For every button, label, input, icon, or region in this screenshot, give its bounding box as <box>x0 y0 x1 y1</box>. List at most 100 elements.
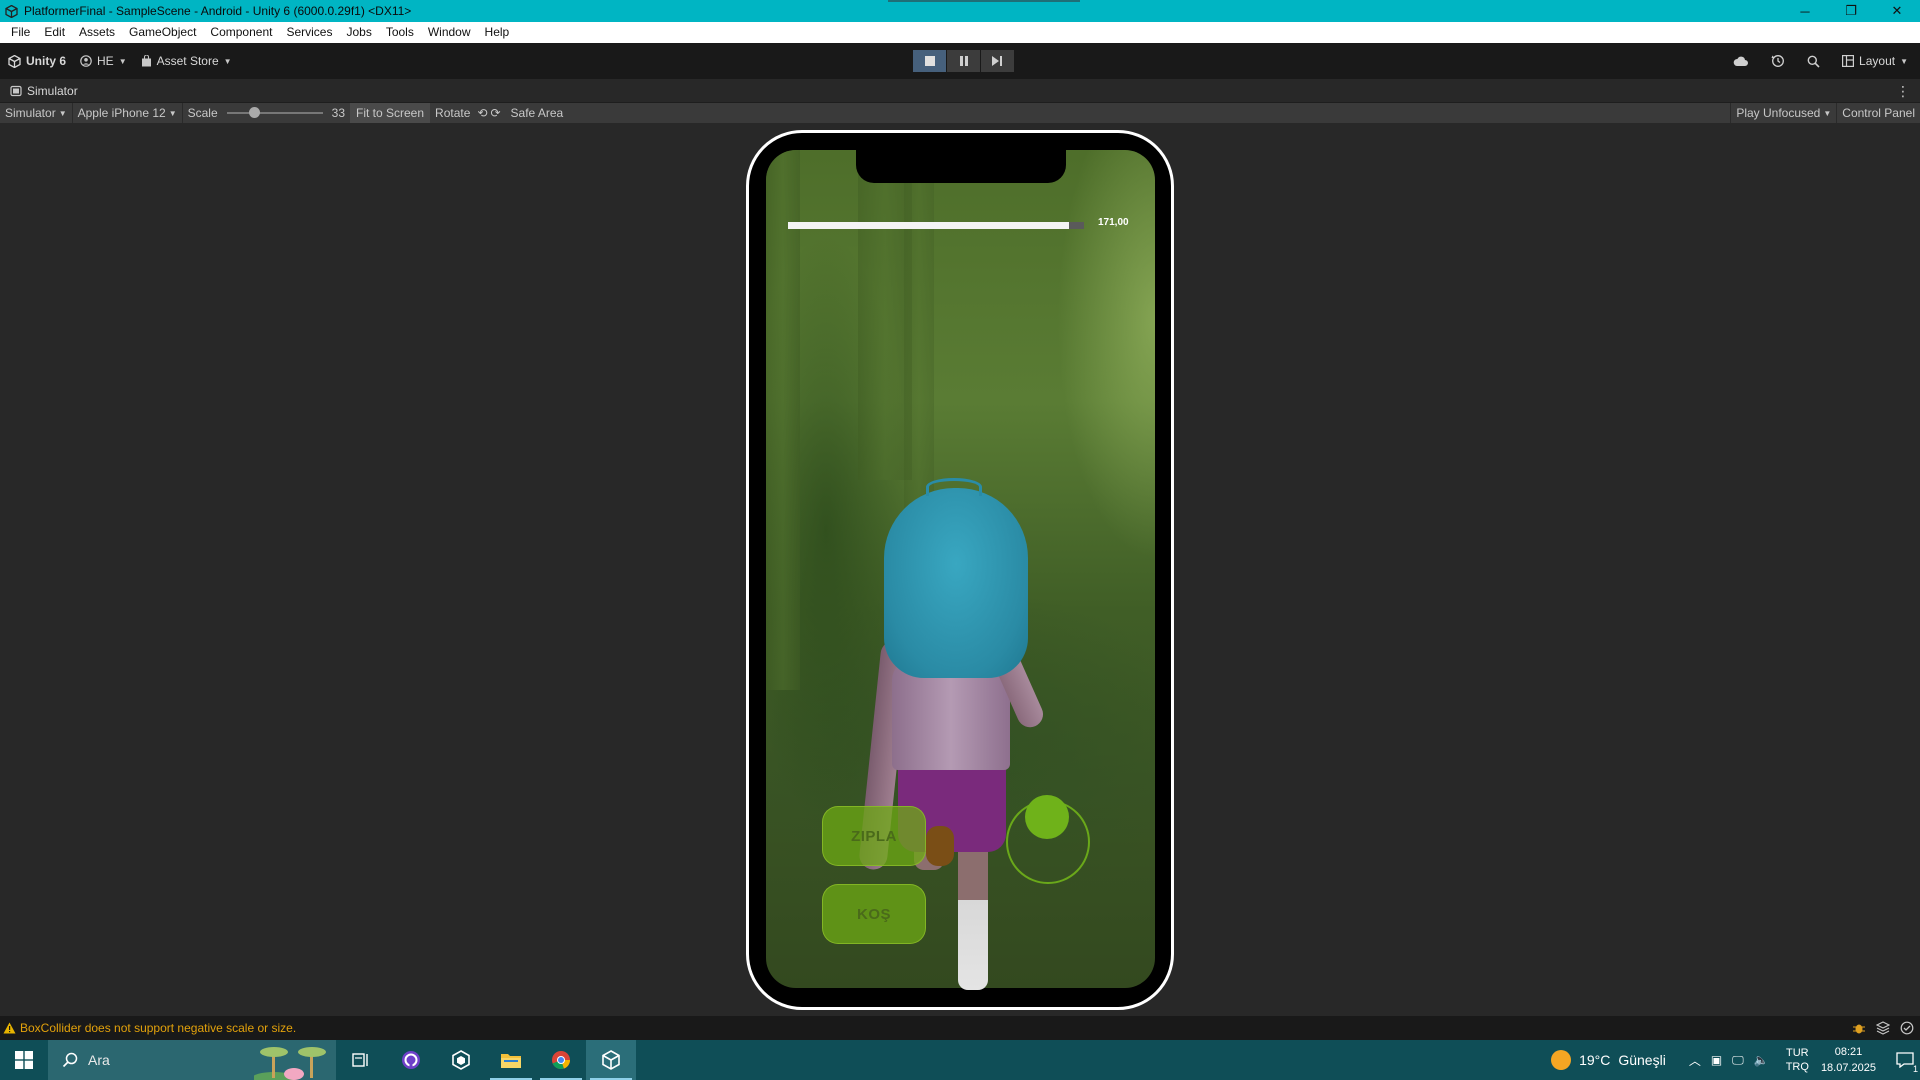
account-label: HE <box>97 54 114 68</box>
play-mode-dropdown[interactable]: Play Unfocused ▼ <box>1731 103 1836 123</box>
window-titlebar[interactable]: PlatformerFinal - SampleScene - Android … <box>0 0 1920 22</box>
sun-icon <box>1551 1050 1572 1070</box>
restore-button[interactable]: ❐ <box>1828 0 1874 22</box>
rotate-right-icon[interactable]: ⟳ <box>490 106 500 120</box>
menu-gameobject[interactable]: GameObject <box>122 22 203 43</box>
safe-area-toggle[interactable]: Safe Area <box>506 103 569 123</box>
menu-help[interactable]: Help <box>478 22 517 43</box>
github-icon <box>402 1051 420 1069</box>
history-icon[interactable] <box>1771 54 1785 68</box>
minimize-button[interactable]: ─ <box>1782 0 1828 22</box>
menu-component[interactable]: Component <box>203 22 279 43</box>
scale-slider-thumb[interactable] <box>248 107 260 118</box>
notification-center-button[interactable]: 1 <box>1890 1040 1920 1080</box>
taskbar-github-desktop[interactable] <box>386 1040 436 1080</box>
taskbar-search[interactable]: Ara <box>48 1040 336 1080</box>
menu-assets[interactable]: Assets <box>72 22 122 43</box>
cloud-icon[interactable] <box>1733 55 1749 67</box>
chevron-down-icon: ▼ <box>223 56 232 66</box>
rotate-left-icon[interactable]: ⟲ <box>477 106 487 120</box>
layout-icon <box>1842 55 1855 67</box>
step-button[interactable] <box>981 50 1014 72</box>
phone-notch <box>856 150 1066 183</box>
shopping-bag-icon <box>141 55 151 67</box>
scale-value: 33 <box>331 106 345 120</box>
search-icon[interactable] <box>1807 55 1820 68</box>
notification-count: 1 <box>1912 1064 1918 1074</box>
windows-logo-icon <box>15 1051 33 1069</box>
lang-top: TUR <box>1786 1047 1809 1059</box>
unity-cloud-button[interactable]: Unity 6 <box>8 54 66 68</box>
warning-message: BoxCollider does not support negative sc… <box>20 1021 297 1035</box>
taskbar-unity-hub[interactable] <box>436 1040 486 1080</box>
input-language[interactable]: TUR TRQ <box>1786 1046 1809 1074</box>
chrome-icon <box>552 1051 570 1070</box>
layout-dropdown[interactable]: Layout ▼ <box>1842 54 1908 68</box>
weather-widget[interactable]: 19°C Güneşli <box>1551 1050 1666 1070</box>
control-panel-button[interactable]: Control Panel <box>1837 103 1920 123</box>
scale-slider[interactable] <box>226 107 323 118</box>
health-bar <box>788 222 1084 229</box>
taskbar-unity-editor[interactable] <box>586 1040 636 1080</box>
unity-label: Unity 6 <box>26 54 67 68</box>
window-title: PlatformerFinal - SampleScene - Android … <box>24 4 412 18</box>
folder-icon <box>501 1054 521 1068</box>
scale-control: Scale 33 <box>183 103 350 123</box>
rotate-control: Rotate ⟲ ⟳ <box>430 103 505 123</box>
menu-file[interactable]: File <box>4 22 37 43</box>
chevron-down-icon: ▼ <box>168 108 177 118</box>
fit-to-screen-button[interactable]: Fit to Screen <box>350 103 431 123</box>
character-shoe <box>926 826 954 866</box>
close-button[interactable]: ✕ <box>1874 0 1920 22</box>
menu-window[interactable]: Window <box>421 22 478 43</box>
account-dropdown[interactable]: HE ▼ <box>80 54 127 68</box>
simulator-toolbar: Simulator ▼ Apple iPhone 12 ▼ Scale 33 F… <box>0 103 1920 123</box>
start-button[interactable] <box>0 1040 48 1080</box>
menu-bar: File Edit Assets GameObject Component Se… <box>0 22 1920 43</box>
windows-taskbar: Ara 19°C Güneşli ︿ ▣ 🖵 🔈 TUR TRQ 08:21 1… <box>0 1040 1920 1080</box>
chevron-down-icon: ▼ <box>118 56 127 66</box>
device-icon <box>10 85 22 96</box>
view-mode-dropdown[interactable]: Simulator ▼ <box>0 103 72 123</box>
snap-indicator <box>888 0 1080 2</box>
layout-label: Layout <box>1859 54 1896 68</box>
taskbar-file-explorer[interactable] <box>486 1040 536 1080</box>
taskbar-chrome[interactable] <box>536 1040 586 1080</box>
meet-now-icon[interactable]: ▣ <box>1711 1053 1722 1067</box>
clock[interactable]: 08:21 18.07.2025 <box>1821 1044 1876 1076</box>
stack-icon[interactable] <box>1876 1021 1890 1035</box>
playmode-controls <box>913 50 1014 72</box>
menu-services[interactable]: Services <box>279 22 339 43</box>
console-status-bar[interactable]: BoxCollider does not support negative sc… <box>0 1016 1920 1040</box>
chevron-down-icon: ▼ <box>58 108 67 118</box>
jump-button[interactable]: ZIPLA <box>822 806 926 866</box>
device-dropdown[interactable]: Apple iPhone 12 ▼ <box>73 103 182 123</box>
clock-time: 08:21 <box>1834 1046 1863 1058</box>
search-placeholder: Ara <box>88 1052 110 1068</box>
play-mode-label: Play Unfocused <box>1736 106 1821 120</box>
stop-button[interactable] <box>913 50 946 72</box>
debug-bug-icon[interactable] <box>1852 1021 1866 1035</box>
show-hidden-icons-chevron-icon[interactable]: ︿ <box>1689 1052 1701 1069</box>
character-leg-right <box>958 840 988 990</box>
volume-icon[interactable]: 🔈 <box>1754 1053 1769 1067</box>
more-options-icon[interactable]: ⋮ <box>1896 83 1910 100</box>
joystick-knob[interactable] <box>1025 795 1069 839</box>
run-button[interactable]: KOŞ <box>822 884 926 944</box>
menu-jobs[interactable]: Jobs <box>339 22 378 43</box>
asset-store-dropdown[interactable]: Asset Store ▼ <box>141 54 232 68</box>
pause-button[interactable] <box>947 50 980 72</box>
account-icon <box>80 55 92 67</box>
system-tray: 19°C Güneşli ︿ ▣ 🖵 🔈 TUR TRQ 08:21 18.07… <box>1551 1040 1920 1080</box>
main-toolbar: Unity 6 HE ▼ Asset Store ▼ Layout ▼ <box>0 43 1920 79</box>
health-bar-fill <box>788 222 1070 229</box>
menu-tools[interactable]: Tools <box>379 22 421 43</box>
tab-simulator[interactable]: Simulator <box>0 84 78 98</box>
check-circle-icon[interactable] <box>1900 1021 1914 1035</box>
network-icon[interactable]: 🖵 <box>1732 1053 1744 1068</box>
search-icon <box>62 1052 78 1068</box>
chevron-down-icon: ▼ <box>1823 108 1832 118</box>
task-view-button[interactable] <box>336 1040 386 1080</box>
scale-label: Scale <box>187 106 218 120</box>
menu-edit[interactable]: Edit <box>37 22 72 43</box>
